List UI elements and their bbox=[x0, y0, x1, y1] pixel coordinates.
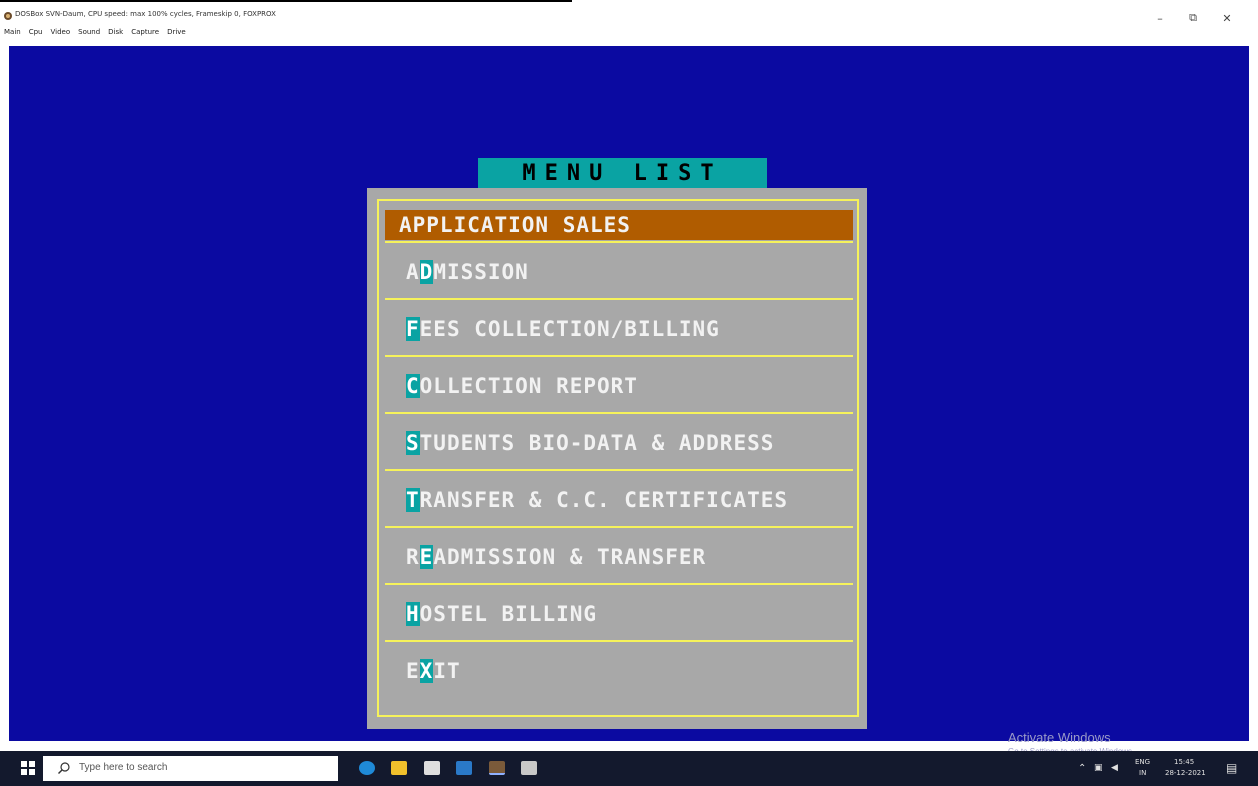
menu-capture[interactable]: Capture bbox=[131, 28, 159, 36]
tray-time[interactable]: 15:45 bbox=[1174, 758, 1194, 766]
notification-icon[interactable]: ▤ bbox=[1226, 761, 1237, 775]
menu-item-label: TRANSFER & C.C. CERTIFICATES bbox=[406, 487, 789, 512]
menu-hotkey: S bbox=[406, 430, 420, 455]
menu-disk[interactable]: Disk bbox=[108, 28, 123, 36]
menu-title: MENU LIST bbox=[522, 160, 723, 186]
menu-separator bbox=[385, 583, 853, 585]
menu-item-7[interactable]: READMISSION & TRANSFER bbox=[385, 529, 853, 584]
menu-video[interactable]: Video bbox=[51, 28, 71, 36]
menu-hotkey: C bbox=[406, 373, 420, 398]
menu-item-1[interactable]: APPLICATION SALES bbox=[385, 210, 853, 240]
menu-item-8[interactable]: HOSTEL BILLING bbox=[385, 586, 853, 641]
menu-separator bbox=[385, 355, 853, 357]
menu-item-6[interactable]: TRANSFER & C.C. CERTIFICATES bbox=[385, 472, 853, 527]
minimize-button[interactable]: – bbox=[1151, 9, 1169, 27]
menu-item-label: HOSTEL BILLING bbox=[406, 601, 598, 626]
close-button[interactable]: ✕ bbox=[1218, 9, 1236, 27]
menu-cpu[interactable]: Cpu bbox=[29, 28, 43, 36]
maximize-button[interactable]: ⧉ bbox=[1184, 9, 1202, 27]
volume-icon[interactable]: ◀ bbox=[1111, 763, 1118, 773]
menu-hotkey: D bbox=[419, 259, 434, 284]
menu-item-4[interactable]: COLLECTION REPORT bbox=[385, 358, 853, 413]
menu-title-bar: MENU LIST bbox=[478, 158, 767, 188]
menu-separator bbox=[385, 298, 853, 300]
mail-icon[interactable] bbox=[456, 761, 472, 775]
taskbar-search-box[interactable]: Type here to search bbox=[43, 756, 338, 781]
menu-main[interactable]: Main bbox=[4, 28, 21, 36]
menu-item-5[interactable]: STUDENTS BIO-DATA & ADDRESS bbox=[385, 415, 853, 470]
menu-item-label: ADMISSION bbox=[406, 259, 529, 284]
menu-frame: APPLICATION SALES ADMISSION FEES COLLECTIO… bbox=[377, 199, 859, 717]
window-titlebar: DOSBox SVN-Daum, CPU speed: max 100% cyc… bbox=[0, 0, 1258, 46]
tray-date[interactable]: 28-12-2021 bbox=[1165, 769, 1206, 777]
menu-hotkey: X bbox=[419, 658, 434, 683]
dos-screen: MENU LIST APPLICATION SALES ADMISSION FEES… bbox=[9, 46, 1249, 756]
network-icon[interactable]: ▣ bbox=[1094, 763, 1103, 773]
menu-item-label: READMISSION & TRANSFER bbox=[406, 544, 707, 569]
search-icon bbox=[58, 762, 70, 774]
menu-hotkey: H bbox=[406, 601, 420, 626]
menu-separator bbox=[385, 412, 853, 414]
window-menubar: Main Cpu Video Sound Disk Capture Drive bbox=[4, 28, 186, 36]
menu-item-3[interactable]: FEES COLLECTION/BILLING bbox=[385, 301, 853, 356]
menu-item-label: APPLICATION SALES bbox=[399, 213, 631, 237]
tray-lang[interactable]: ENG bbox=[1135, 758, 1150, 766]
menu-hotkey: E bbox=[419, 544, 434, 569]
menu-hotkey: T bbox=[406, 487, 420, 512]
edge-icon[interactable] bbox=[359, 761, 375, 775]
menu-item-label: STUDENTS BIO-DATA & ADDRESS bbox=[406, 430, 775, 455]
menu-separator bbox=[385, 241, 853, 243]
menu-item-2[interactable]: ADMISSION bbox=[385, 244, 853, 299]
menu-separator bbox=[385, 469, 853, 471]
menu-item-9[interactable]: EXIT bbox=[385, 643, 853, 698]
menu-separator bbox=[385, 526, 853, 528]
window-title: DOSBox SVN-Daum, CPU speed: max 100% cyc… bbox=[15, 10, 276, 18]
file-explorer-icon[interactable] bbox=[391, 761, 407, 775]
menu-item-label: EXIT bbox=[406, 658, 461, 683]
tray-region[interactable]: IN bbox=[1139, 769, 1146, 777]
menu-item-label: COLLECTION REPORT bbox=[406, 373, 638, 398]
store-icon[interactable] bbox=[424, 761, 440, 775]
windows-start-icon[interactable] bbox=[20, 760, 36, 776]
menu-panel: APPLICATION SALES ADMISSION FEES COLLECTIO… bbox=[367, 188, 867, 729]
tray-chevron-icon[interactable]: ⌃ bbox=[1078, 763, 1086, 774]
search-placeholder: Type here to search bbox=[79, 762, 168, 773]
menu-drive[interactable]: Drive bbox=[167, 28, 186, 36]
taskbar: Type here to search ⌃ ▣ ◀ ENG IN 15:45 2… bbox=[0, 751, 1258, 786]
activate-line1: Activate Windows bbox=[1008, 730, 1111, 745]
menu-hotkey: F bbox=[406, 316, 420, 341]
title-top-line bbox=[0, 0, 572, 2]
dosbox-app-icon bbox=[4, 12, 12, 20]
app-window-icon[interactable] bbox=[521, 761, 537, 775]
menu-separator bbox=[385, 640, 853, 642]
dosbox-icon[interactable] bbox=[489, 761, 505, 775]
menu-item-label: FEES COLLECTION/BILLING bbox=[406, 316, 720, 341]
menu-sound[interactable]: Sound bbox=[78, 28, 100, 36]
